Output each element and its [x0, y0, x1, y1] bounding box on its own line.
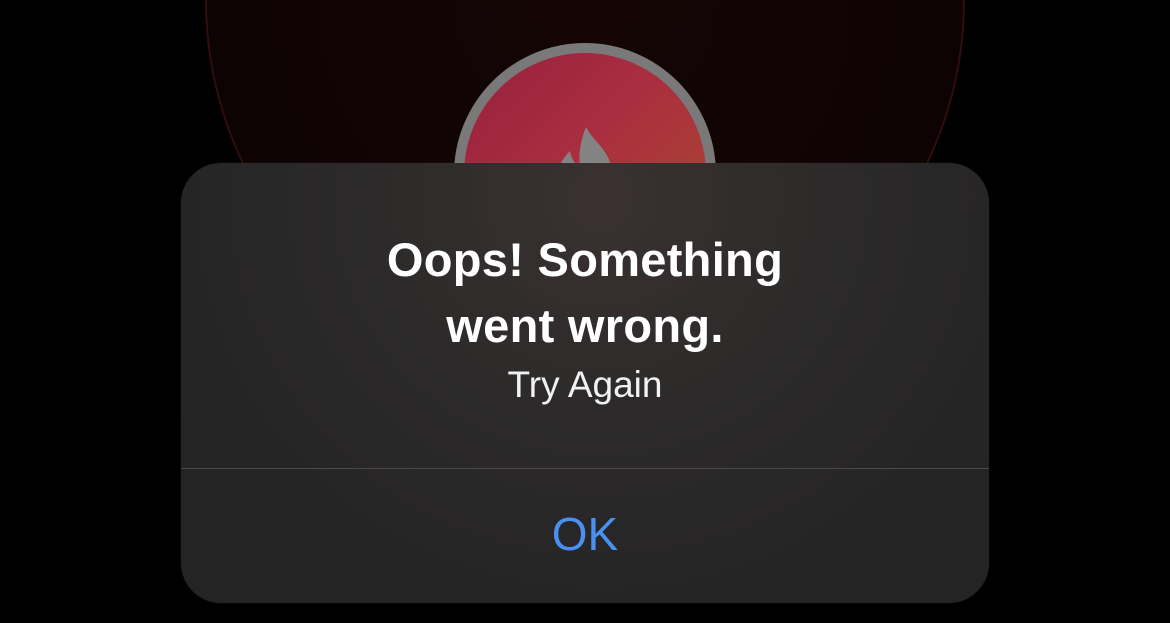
app-screen: Oops! Something went wrong. Try Again OK	[0, 0, 1170, 623]
alert-message: Try Again	[507, 364, 663, 405]
alert-title: Oops! Something went wrong.	[181, 227, 989, 359]
ok-button[interactable]: OK	[181, 469, 989, 603]
alert-title-line-2: went wrong.	[446, 299, 724, 352]
alert-dialog: Oops! Something went wrong. Try Again OK	[181, 163, 989, 603]
alert-title-line-1: Oops! Something	[386, 233, 784, 286]
